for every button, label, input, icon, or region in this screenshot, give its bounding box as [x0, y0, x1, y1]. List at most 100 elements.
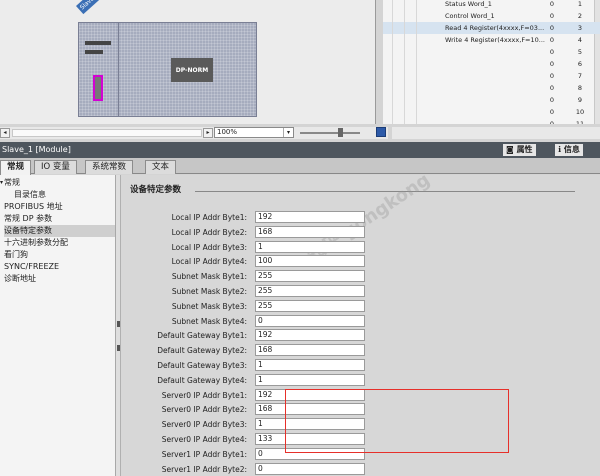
table-cell	[383, 22, 393, 34]
nav-item[interactable]: 设备特定参数	[4, 225, 115, 237]
parameter-row: Subnet Mask Byte1: 255	[121, 270, 600, 284]
info-tab-button[interactable]: ℹ 信息	[555, 144, 583, 156]
slave-device[interactable]: DP-NORM	[78, 22, 257, 117]
slot-cell: 10	[575, 108, 585, 116]
parameter-value-field[interactable]: 168	[255, 225, 365, 238]
rack-cell: 0	[549, 24, 555, 32]
collapse-left-icon[interactable]	[117, 321, 120, 327]
parameter-row: Local IP Addr Byte1: 192	[121, 211, 600, 225]
parameter-label: Server0 IP Addr Byte1:	[161, 390, 247, 400]
nav-item-label: 十六进制参数分配	[4, 238, 68, 247]
parameter-value-field[interactable]: 0	[255, 314, 365, 327]
parameter-row: Default Gateway Byte2: 168	[121, 344, 600, 358]
zoom-select[interactable]: 100% ▾	[214, 127, 294, 138]
status-bar-icon	[85, 41, 111, 45]
parameter-value-field[interactable]: 1	[255, 240, 365, 253]
table-cell	[383, 94, 393, 106]
table-cell	[393, 22, 405, 34]
device-view-canvas[interactable]: Slave_... DP-NORM	[0, 0, 376, 124]
parameter-label: Subnet Mask Byte1:	[171, 272, 247, 282]
rack-cell: 0	[549, 120, 555, 124]
parameter-value-field[interactable]: 192	[255, 329, 365, 342]
rack-cell: 0	[549, 84, 555, 92]
profibus-connector-icon[interactable]	[93, 75, 103, 101]
device-name-tag[interactable]: Slave_...	[76, 0, 108, 15]
table-row[interactable]: Write 4 Register(4xxxx,F=10... 0 4	[383, 34, 600, 46]
parameter-row: Local IP Addr Byte2: 168	[121, 225, 600, 240]
parameter-label: Server1 IP Addr Byte2:	[161, 464, 247, 474]
nav-item[interactable]: 诊断地址	[4, 273, 115, 285]
parameter-value-field[interactable]: 100	[255, 255, 365, 268]
table-row[interactable]: Control Word_1 0 2	[383, 10, 600, 22]
parameter-value-field[interactable]: 168	[255, 344, 365, 357]
horizontal-scrollbar[interactable]	[12, 129, 202, 137]
tab-system-constants[interactable]: 系统常数	[85, 160, 134, 174]
parameter-value-field[interactable]: 255	[255, 270, 365, 283]
chevron-down-icon[interactable]: ▾	[283, 128, 293, 137]
rack-cell: 0	[549, 0, 555, 8]
tab-io-tags[interactable]: IO 变量	[34, 160, 77, 174]
nav-item[interactable]: PROFIBUS 地址	[4, 201, 115, 213]
parameter-label: Default Gateway Byte1:	[157, 331, 247, 341]
nav-item[interactable]: SYNC/FREEZE	[4, 261, 115, 273]
table-cell	[393, 70, 405, 82]
table-cell	[405, 58, 417, 70]
module-name-cell: Write 4 Register(4xxxx,F=10...	[445, 36, 545, 44]
scroll-left-icon[interactable]: ◂	[0, 128, 10, 138]
nav-item[interactable]: 十六进制参数分配	[4, 237, 115, 249]
parameter-row: Server1 IP Addr Byte2: 0	[121, 462, 600, 476]
parameter-value-field[interactable]: 255	[255, 285, 365, 297]
table-cell	[383, 118, 393, 124]
rack-cell: 0	[549, 60, 555, 68]
parameter-value-field[interactable]: 1	[255, 373, 365, 386]
table-row[interactable]: 0 10	[383, 106, 600, 118]
device-overview-table: Status Word_1 0 1 Control Word_1 0 2 Read 4 Re…	[383, 0, 600, 124]
rack-cell: 0	[549, 12, 555, 20]
table-row[interactable]: 09	[383, 94, 600, 106]
tab-general[interactable]: 常规	[0, 160, 32, 175]
parameter-value-field[interactable]: 255	[255, 299, 365, 312]
nav-item[interactable]: 目录信息	[14, 189, 115, 201]
table-row[interactable]: Status Word_1 0 1	[383, 0, 600, 10]
scroll-right-icon[interactable]: ▸	[203, 128, 213, 138]
parameter-row: Subnet Mask Byte4: 0	[121, 314, 600, 329]
table-row[interactable]: Read 4 Register(4xxxx,F=03... 0 3	[383, 22, 600, 34]
parameter-label: Local IP Addr Byte2:	[171, 227, 247, 237]
table-row[interactable]: 08	[383, 82, 600, 94]
nav-item[interactable]: 看门狗	[4, 249, 115, 261]
parameter-row: Subnet Mask Byte3: 255	[121, 299, 600, 314]
zoom-value: 100%	[217, 128, 238, 136]
table-cell	[383, 106, 393, 118]
table-cell	[383, 58, 393, 70]
nav-item-label: PROFIBUS 地址	[4, 202, 63, 211]
nav-item[interactable]: 常规 DP 参数	[4, 213, 115, 225]
collapse-right-icon[interactable]	[117, 345, 120, 351]
properties-tab-button[interactable]: ◙ 属性	[503, 144, 536, 156]
section-title: 设备特定参数	[130, 185, 182, 195]
zoom-slider[interactable]	[300, 128, 360, 137]
parameter-value-field[interactable]: 192	[255, 211, 365, 223]
table-cell	[383, 10, 393, 22]
table-row[interactable]: 0 11	[383, 118, 600, 124]
tab-texts[interactable]: 文本	[145, 160, 177, 174]
expand-arrow-icon[interactable]: ▾	[0, 177, 3, 189]
nav-item[interactable]: ▾ 常规	[0, 177, 115, 189]
slot-cell: 7	[577, 72, 583, 80]
parameter-value-field[interactable]: 1	[255, 359, 365, 371]
zoom-slider-handle[interactable]	[338, 128, 343, 137]
table-row[interactable]: 06	[383, 58, 600, 70]
table-row[interactable]: 07	[383, 70, 600, 82]
parameter-content: 设备特定参数 知乎 gongkong Local IP Addr Byte1: 1…	[121, 175, 600, 476]
table-cell	[405, 118, 417, 124]
parameter-label: Default Gateway Byte2:	[157, 346, 247, 356]
parameter-label: Server0 IP Addr Byte3:	[161, 420, 247, 430]
module-block[interactable]: DP-NORM	[171, 58, 213, 82]
properties-label: 属性	[516, 145, 533, 154]
zoom-toolbar: ◂ ▸ 100% ▾	[0, 127, 388, 139]
device-head-slot	[79, 23, 119, 116]
parameter-value-field[interactable]: 0	[255, 462, 365, 475]
table-row[interactable]: 05	[383, 46, 600, 58]
overview-navigation-icon[interactable]	[376, 127, 386, 137]
table-cell	[405, 94, 417, 106]
parameter-label: Subnet Mask Byte4:	[171, 316, 247, 326]
